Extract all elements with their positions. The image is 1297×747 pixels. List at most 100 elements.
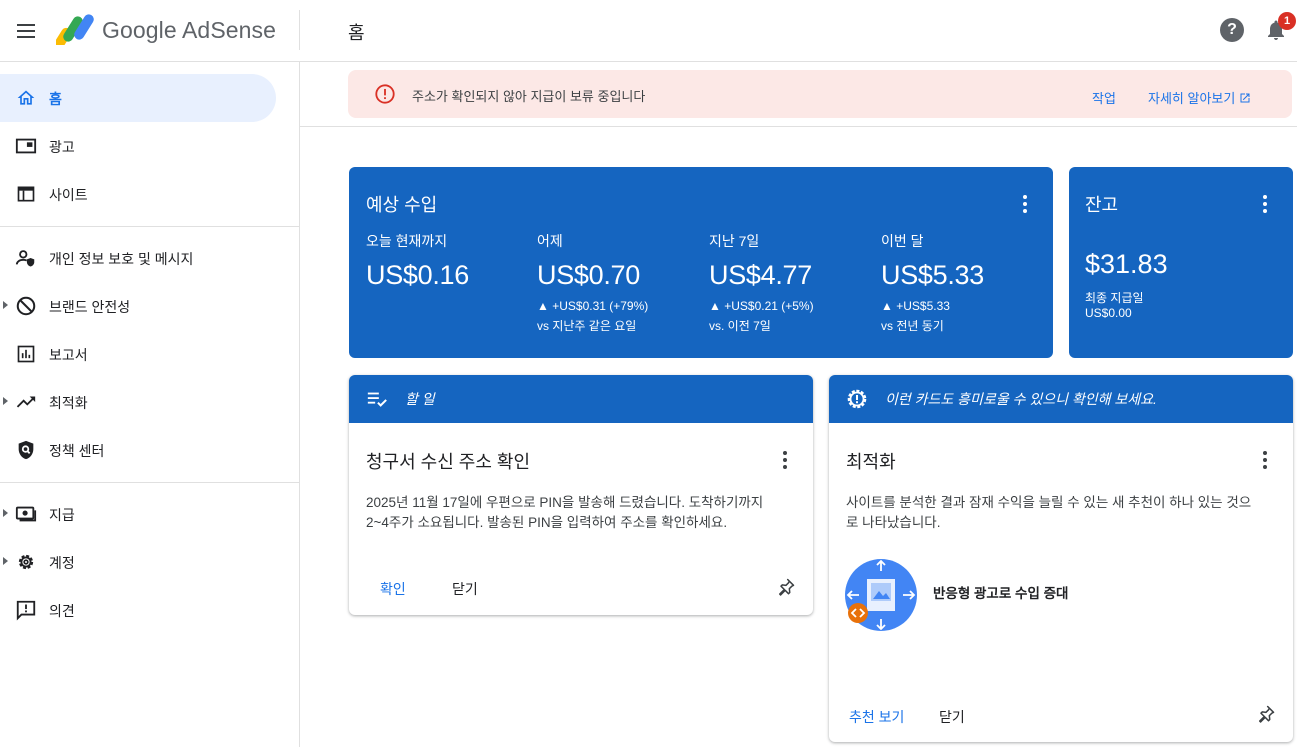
- payments-icon: [14, 502, 38, 526]
- pin-icon[interactable]: [1256, 704, 1276, 724]
- sidebar-item-feedback[interactable]: 의견: [0, 586, 276, 634]
- sidebar-item-label: 보고서: [49, 347, 88, 363]
- learn-more-label: 자세히 알아보기: [1148, 91, 1236, 106]
- metric-label: 오늘 현재까지: [366, 233, 448, 249]
- sites-icon: [14, 182, 38, 206]
- expand-caret-icon[interactable]: [3, 509, 8, 517]
- sidebar: 홈 광고 사이트 개인 정보 보호 및 메시지 브랜드 안전성 보고서 최적화 …: [0, 62, 300, 747]
- tip-card-body: 사이트를 분석한 결과 잠재 수익을 늘릴 수 있는 새 추천이 하나 있는 것…: [846, 493, 1286, 533]
- estimated-earnings-card: 예상 수입 오늘 현재까지 US$0.16 어제 US$0.70 ▲ +US$0…: [349, 167, 1053, 358]
- last-payment-label: 최종 지급일: [1085, 291, 1144, 305]
- tip-card-header-title: 이런 카드도 흥미로울 수 있으니 확인해 보세요.: [885, 391, 1157, 407]
- responsive-ads-illustration: [845, 559, 917, 631]
- expand-caret-icon[interactable]: [3, 397, 8, 405]
- close-button[interactable]: 닫기: [452, 579, 478, 599]
- metric-last-7-days: 지난 7일 US$4.77 ▲ +US$0.21 (+5%) vs. 이전 7일: [709, 231, 879, 334]
- todo-card-header-title: 할 일: [405, 391, 435, 407]
- metric-change: ▲ +US$0.21 (+5%): [709, 299, 814, 313]
- brand-name: Google AdSense: [102, 17, 277, 43]
- confirm-button[interactable]: 확인: [380, 579, 406, 599]
- hamburger-menu-icon[interactable]: [12, 17, 40, 45]
- metric-compare: vs 전년 동기: [881, 319, 944, 333]
- gear-icon: [14, 550, 38, 574]
- metric-compare: vs 지난주 같은 요일: [537, 319, 637, 333]
- report-icon: [14, 342, 38, 366]
- sidebar-item-label: 홈: [49, 91, 62, 107]
- more-vert-icon[interactable]: [782, 451, 788, 469]
- sidebar-item-brand-safety[interactable]: 브랜드 안전성: [0, 282, 276, 330]
- help-icon[interactable]: ?: [1220, 18, 1244, 42]
- checklist-icon: [367, 392, 387, 407]
- sidebar-item-label: 지급: [49, 507, 75, 523]
- metric-value: US$0.16: [366, 260, 469, 290]
- learn-more-link[interactable]: 자세히 알아보기: [1148, 88, 1251, 107]
- banner-action-link[interactable]: 작업: [1092, 88, 1116, 107]
- last-payment-value: US$0.00: [1085, 306, 1132, 320]
- sidebar-item-label: 개인 정보 보호 및 메시지: [49, 251, 194, 267]
- sidebar-divider: [0, 226, 299, 227]
- todo-card-header: 할 일: [349, 375, 813, 423]
- block-icon: [14, 294, 38, 318]
- top-app-bar: Google AdSense 홈 ? 1: [0, 0, 1297, 62]
- expand-caret-icon[interactable]: [3, 557, 8, 565]
- metric-yesterday: 어제 US$0.70 ▲ +US$0.31 (+79%) vs 지난주 같은 요…: [537, 231, 707, 334]
- balance-card: 잔고 $31.83 최종 지급일 US$0.00: [1069, 167, 1293, 358]
- external-link-icon: [1240, 93, 1250, 102]
- metric-label: 어제: [537, 233, 563, 249]
- error-icon: [375, 84, 395, 104]
- sidebar-item-optimization[interactable]: 최적화: [0, 378, 276, 426]
- metric-change: ▲ +US$5.33: [881, 299, 950, 313]
- sidebar-item-label: 사이트: [49, 187, 88, 203]
- sidebar-item-home[interactable]: 홈: [0, 74, 276, 122]
- sidebar-item-label: 브랜드 안전성: [49, 299, 131, 315]
- sidebar-item-label: 최적화: [49, 395, 88, 411]
- more-vert-icon[interactable]: [1262, 451, 1268, 469]
- metric-value: US$4.77: [709, 260, 812, 290]
- policy-icon: [14, 438, 38, 462]
- todo-card-title: 청구서 수신 주소 확인: [366, 452, 531, 472]
- ads-icon: [14, 134, 38, 158]
- page-title: 홈: [348, 23, 365, 43]
- payment-hold-banner: 주소가 확인되지 않아 지급이 보류 중입니다 작업 자세히 알아보기: [348, 70, 1292, 118]
- sidebar-item-privacy[interactable]: 개인 정보 보호 및 메시지: [0, 234, 276, 282]
- sidebar-item-label: 계정: [49, 555, 75, 571]
- metric-compare: vs. 이전 7일: [709, 319, 771, 333]
- more-vert-icon[interactable]: [1022, 195, 1028, 213]
- sidebar-item-label: 광고: [49, 139, 75, 155]
- metric-label: 지난 7일: [709, 233, 760, 249]
- sidebar-item-policy-center[interactable]: 정책 센터: [0, 426, 276, 474]
- notification-badge: 1: [1278, 12, 1296, 30]
- metric-value: US$0.70: [537, 260, 640, 290]
- optimization-tip-card: 이런 카드도 흥미로울 수 있으니 확인해 보세요. 최적화 사이트를 분석한 …: [829, 375, 1293, 742]
- todo-body-line: 2~4주가 소요됩니다. 발송된 PIN을 입력하여 주소를 확인하세요.: [366, 515, 728, 530]
- expand-caret-icon[interactable]: [3, 301, 8, 309]
- notifications-button[interactable]: 1: [1264, 12, 1296, 44]
- tip-card-title: 최적화: [846, 452, 896, 472]
- view-recommendation-button[interactable]: 추천 보기: [849, 707, 904, 727]
- sidebar-item-payments[interactable]: 지급: [0, 490, 276, 538]
- balance-value: $31.83: [1085, 249, 1168, 279]
- tip-card-header: 이런 카드도 흥미로울 수 있으니 확인해 보세요.: [829, 375, 1293, 423]
- more-vert-icon[interactable]: [1262, 195, 1268, 213]
- sidebar-divider: [0, 482, 299, 483]
- recommendation-title: 반응형 광고로 수입 증대: [933, 586, 1069, 601]
- sidebar-item-reports[interactable]: 보고서: [0, 330, 276, 378]
- home-icon: [14, 86, 38, 110]
- todo-body-line: 2025년 11월 17일에 우편으로 PIN을 발송해 드렸습니다. 도착하기…: [366, 495, 764, 510]
- tip-body-line: 사이트를 분석한 결과 잠재 수익을 늘릴 수 있는 새 추천이 하나 있는 것…: [846, 495, 1252, 510]
- todo-card: 할 일 청구서 수신 주소 확인 2025년 11월 17일에 우편으로 PIN…: [349, 375, 813, 615]
- metric-today: 오늘 현재까지 US$0.16: [366, 231, 536, 291]
- tip-body-line: 로 나타났습니다.: [846, 515, 941, 530]
- earnings-title: 예상 수입: [366, 195, 438, 215]
- adsense-logo: [56, 14, 94, 45]
- balance-title: 잔고: [1085, 195, 1119, 215]
- close-button[interactable]: 닫기: [939, 707, 965, 727]
- sidebar-item-ads[interactable]: 광고: [0, 122, 276, 170]
- metric-value: US$5.33: [881, 260, 984, 290]
- sidebar-item-sites[interactable]: 사이트: [0, 170, 276, 218]
- banner-message: 주소가 확인되지 않아 지급이 보류 중입니다: [412, 89, 646, 104]
- todo-card-body: 2025년 11월 17일에 우편으로 PIN을 발송해 드렸습니다. 도착하기…: [366, 493, 806, 533]
- pin-icon[interactable]: [776, 577, 796, 597]
- sidebar-item-account[interactable]: 계정: [0, 538, 276, 586]
- trending-icon: [14, 390, 38, 414]
